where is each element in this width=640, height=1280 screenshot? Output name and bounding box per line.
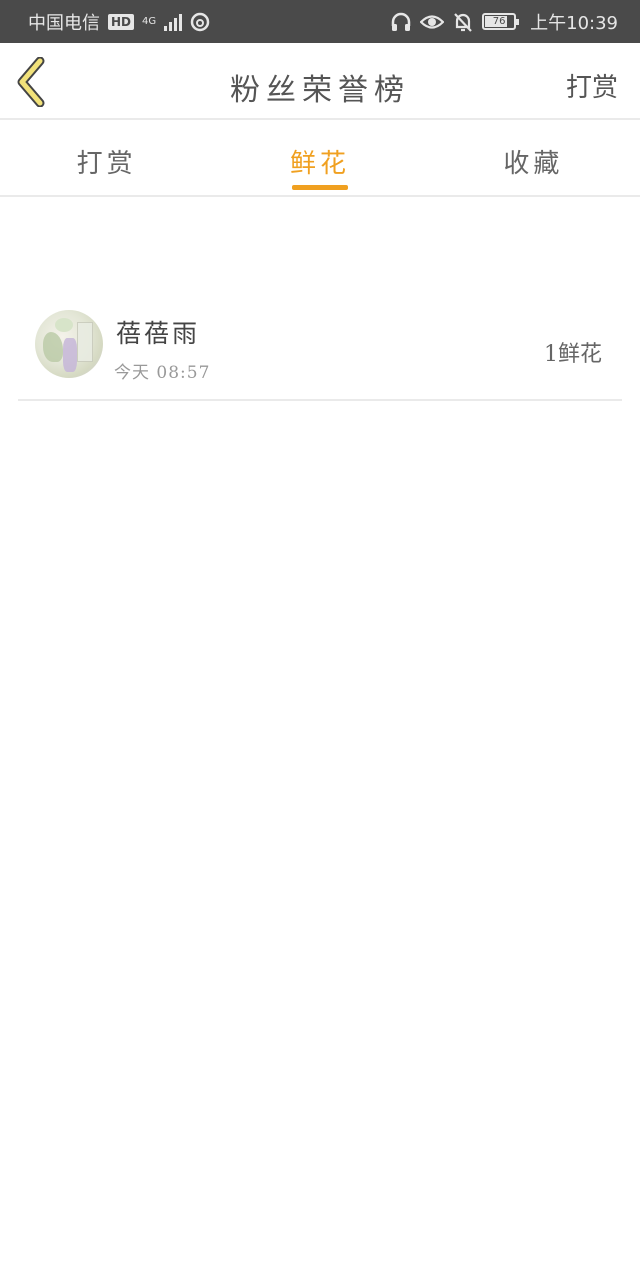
- tab-bar: 打赏 鲜花 收藏: [0, 121, 640, 197]
- tab-flowers[interactable]: 鲜花: [213, 121, 426, 195]
- battery-icon: 76: [482, 13, 520, 30]
- user-name: 蓓蓓雨: [116, 319, 201, 348]
- netease-music-icon: [190, 12, 210, 31]
- tab-reward[interactable]: 打赏: [0, 121, 213, 195]
- app-header: 粉丝荣誉榜 打赏: [0, 43, 640, 120]
- headphones-icon: [391, 12, 411, 31]
- user-time: 今天 08:57: [114, 363, 211, 383]
- fan-list: 蓓蓓雨 今天 08:57 1鲜花: [18, 298, 622, 401]
- status-left: 中国电信 HD 4G: [28, 9, 210, 35]
- status-bar: 中国电信 HD 4G 76 上午10:39: [0, 0, 640, 43]
- flower-count: 1鲜花: [544, 342, 602, 367]
- eye-icon: [420, 14, 445, 29]
- reward-button[interactable]: 打赏: [566, 67, 618, 104]
- mute-bell-icon: [454, 12, 472, 32]
- list-item[interactable]: 蓓蓓雨 今天 08:57 1鲜花: [18, 298, 622, 401]
- avatar[interactable]: [35, 310, 103, 378]
- tab-favorites[interactable]: 收藏: [427, 121, 640, 195]
- clock-label: 上午10:39: [530, 12, 618, 34]
- network-type-label: 4G: [142, 15, 157, 27]
- signal-icon: [164, 13, 183, 31]
- battery-level: 76: [492, 16, 506, 27]
- carrier-label: 中国电信: [28, 12, 100, 34]
- status-right: 76 上午10:39: [390, 9, 618, 35]
- page-title: 粉丝荣誉榜: [230, 73, 410, 108]
- hd-icon: HD: [108, 13, 135, 30]
